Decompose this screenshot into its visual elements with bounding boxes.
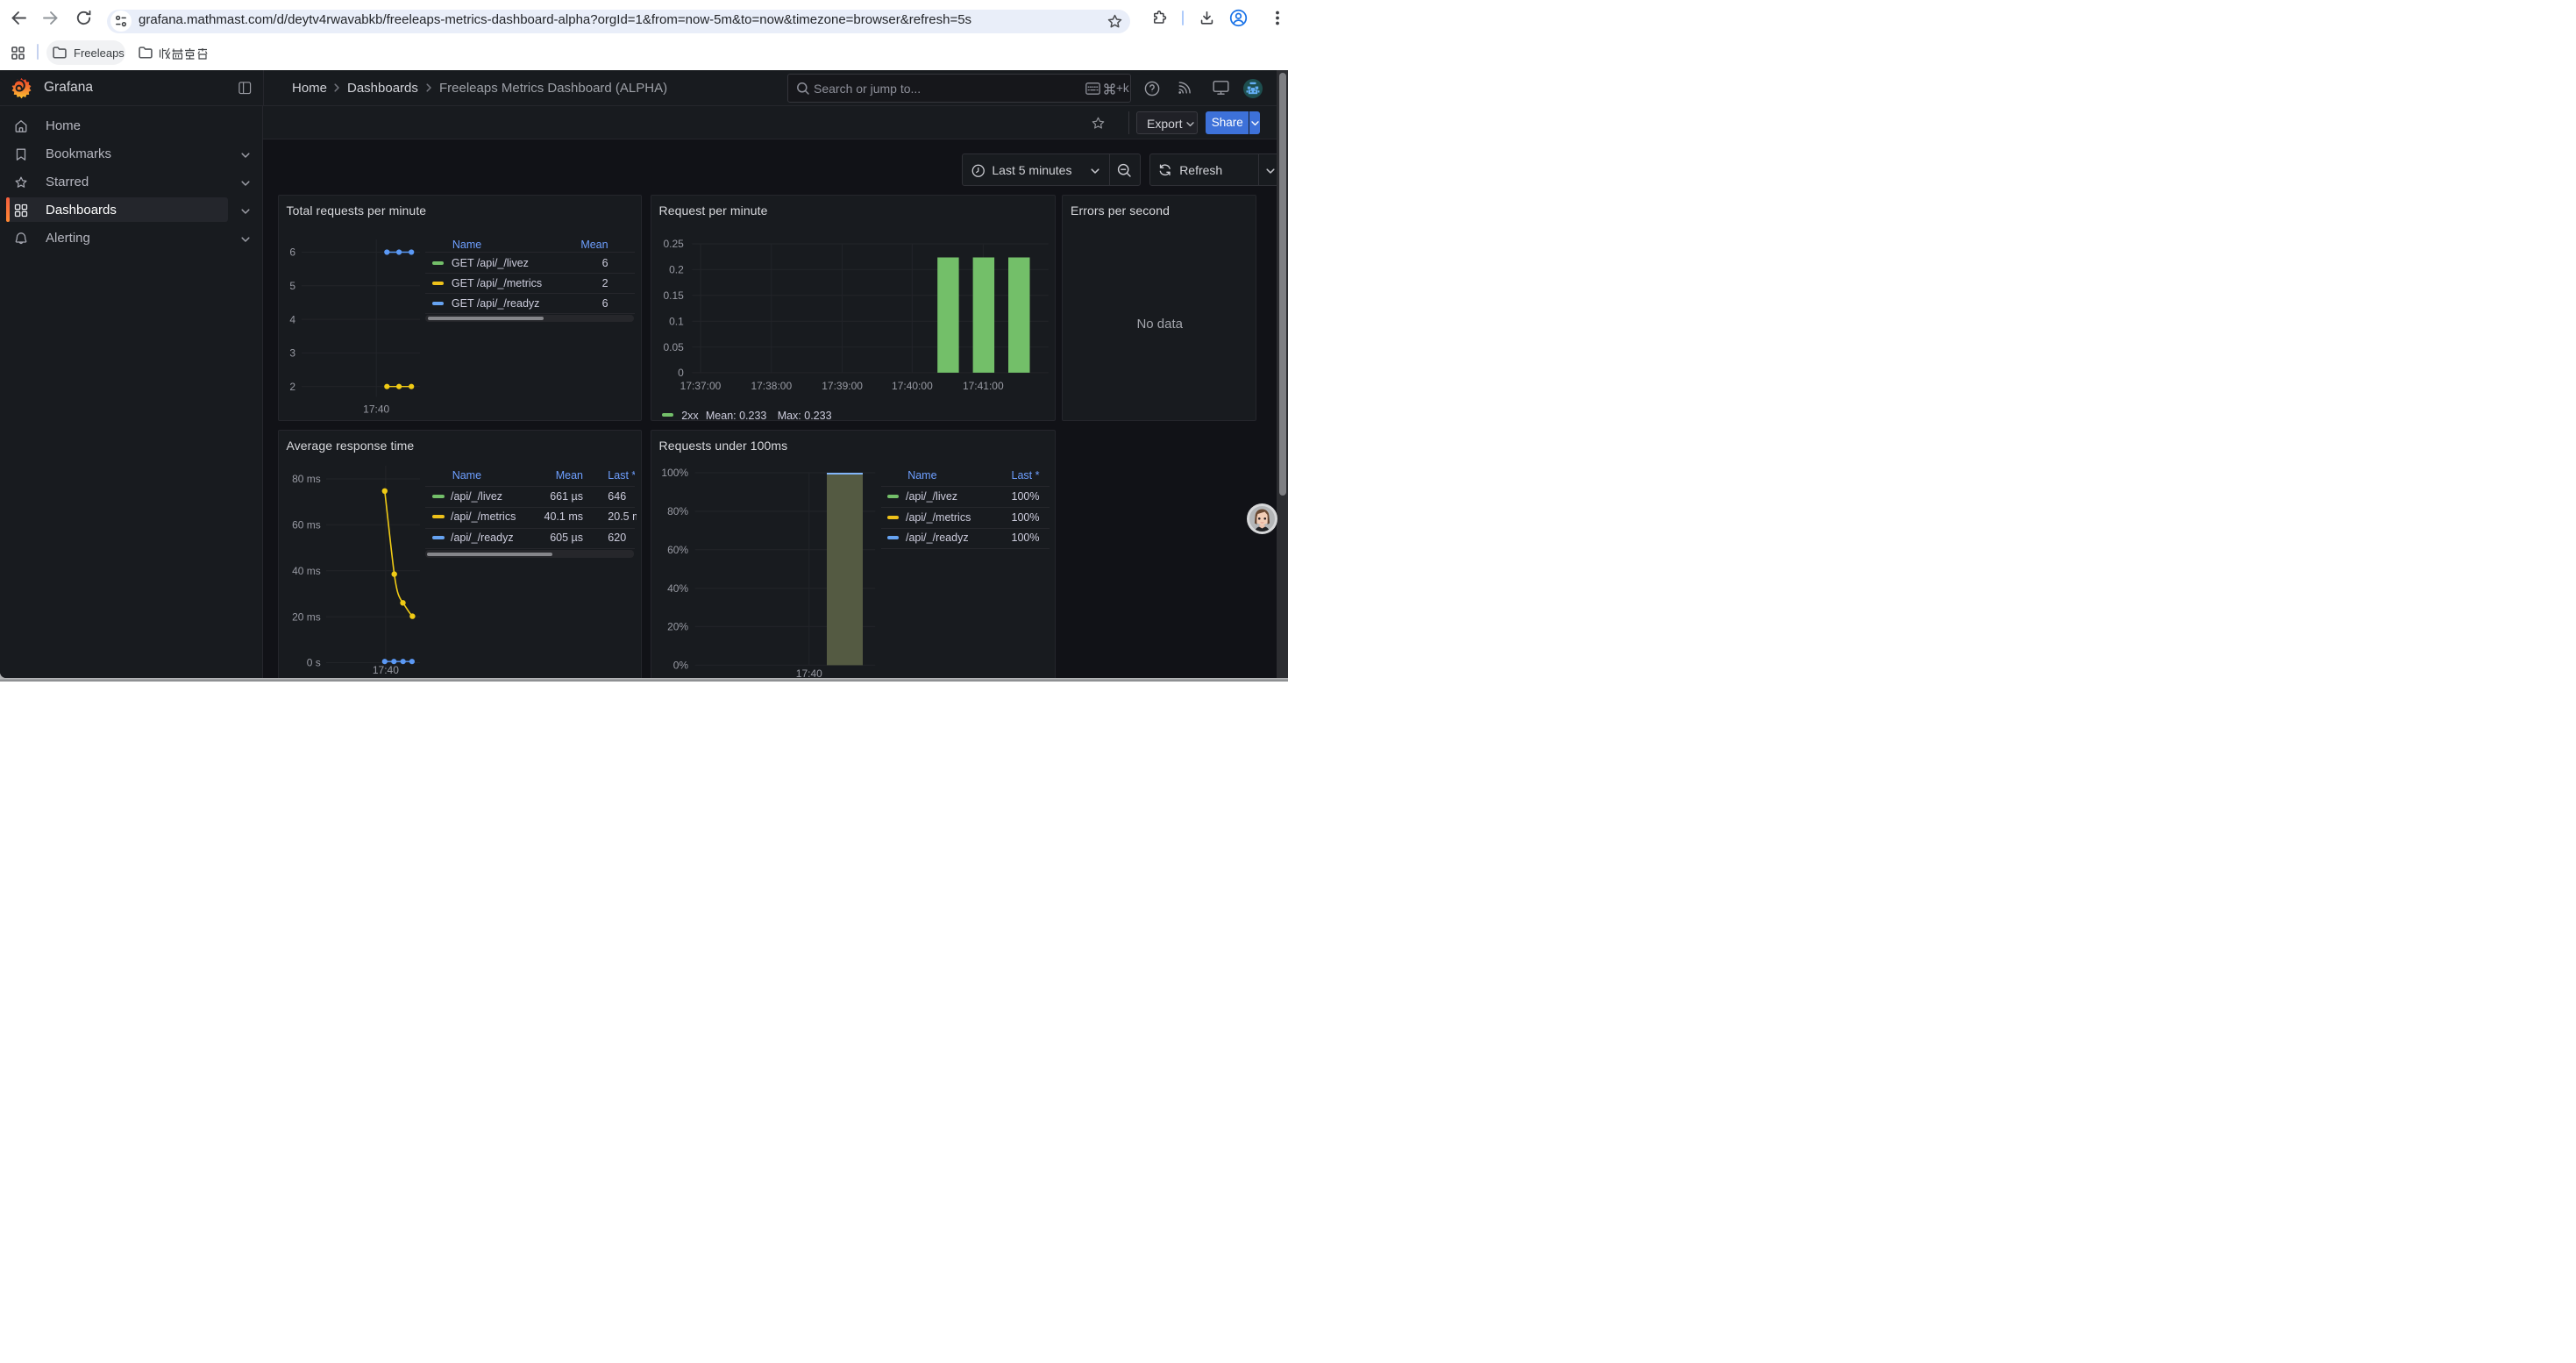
svg-text:3: 3	[289, 347, 295, 360]
svg-text:0: 0	[678, 367, 684, 379]
svg-text:80%: 80%	[667, 505, 688, 517]
svg-text:40 ms: 40 ms	[292, 565, 321, 577]
svg-text:5: 5	[289, 280, 295, 292]
svg-text:17:40: 17:40	[372, 664, 398, 676]
svg-text:17:40: 17:40	[795, 667, 822, 678]
svg-text:0%: 0%	[672, 659, 688, 671]
svg-text:40%: 40%	[667, 582, 688, 595]
svg-text:20 ms: 20 ms	[292, 610, 321, 623]
svg-text:0.2: 0.2	[669, 264, 684, 276]
svg-text:0.1: 0.1	[669, 315, 684, 327]
svg-text:17:41:00: 17:41:00	[962, 380, 1003, 392]
svg-text:4: 4	[289, 313, 295, 325]
svg-text:20%: 20%	[667, 620, 688, 632]
svg-text:60 ms: 60 ms	[292, 518, 321, 531]
svg-text:17:37:00: 17:37:00	[680, 380, 721, 392]
svg-text:0.05: 0.05	[663, 341, 684, 353]
svg-text:60%: 60%	[667, 544, 688, 556]
svg-text:0.15: 0.15	[663, 289, 684, 302]
svg-text:100%: 100%	[661, 467, 688, 479]
svg-text:17:39:00: 17:39:00	[822, 380, 863, 392]
svg-text:17:38:00: 17:38:00	[751, 380, 792, 392]
svg-text:80 ms: 80 ms	[292, 473, 321, 485]
svg-text:17:40:00: 17:40:00	[892, 380, 933, 392]
svg-text:2: 2	[289, 381, 295, 393]
svg-text:6: 6	[289, 246, 295, 259]
svg-text:0 s: 0 s	[306, 656, 320, 668]
svg-text:17:40: 17:40	[363, 403, 389, 416]
svg-text:0.25: 0.25	[663, 238, 684, 250]
